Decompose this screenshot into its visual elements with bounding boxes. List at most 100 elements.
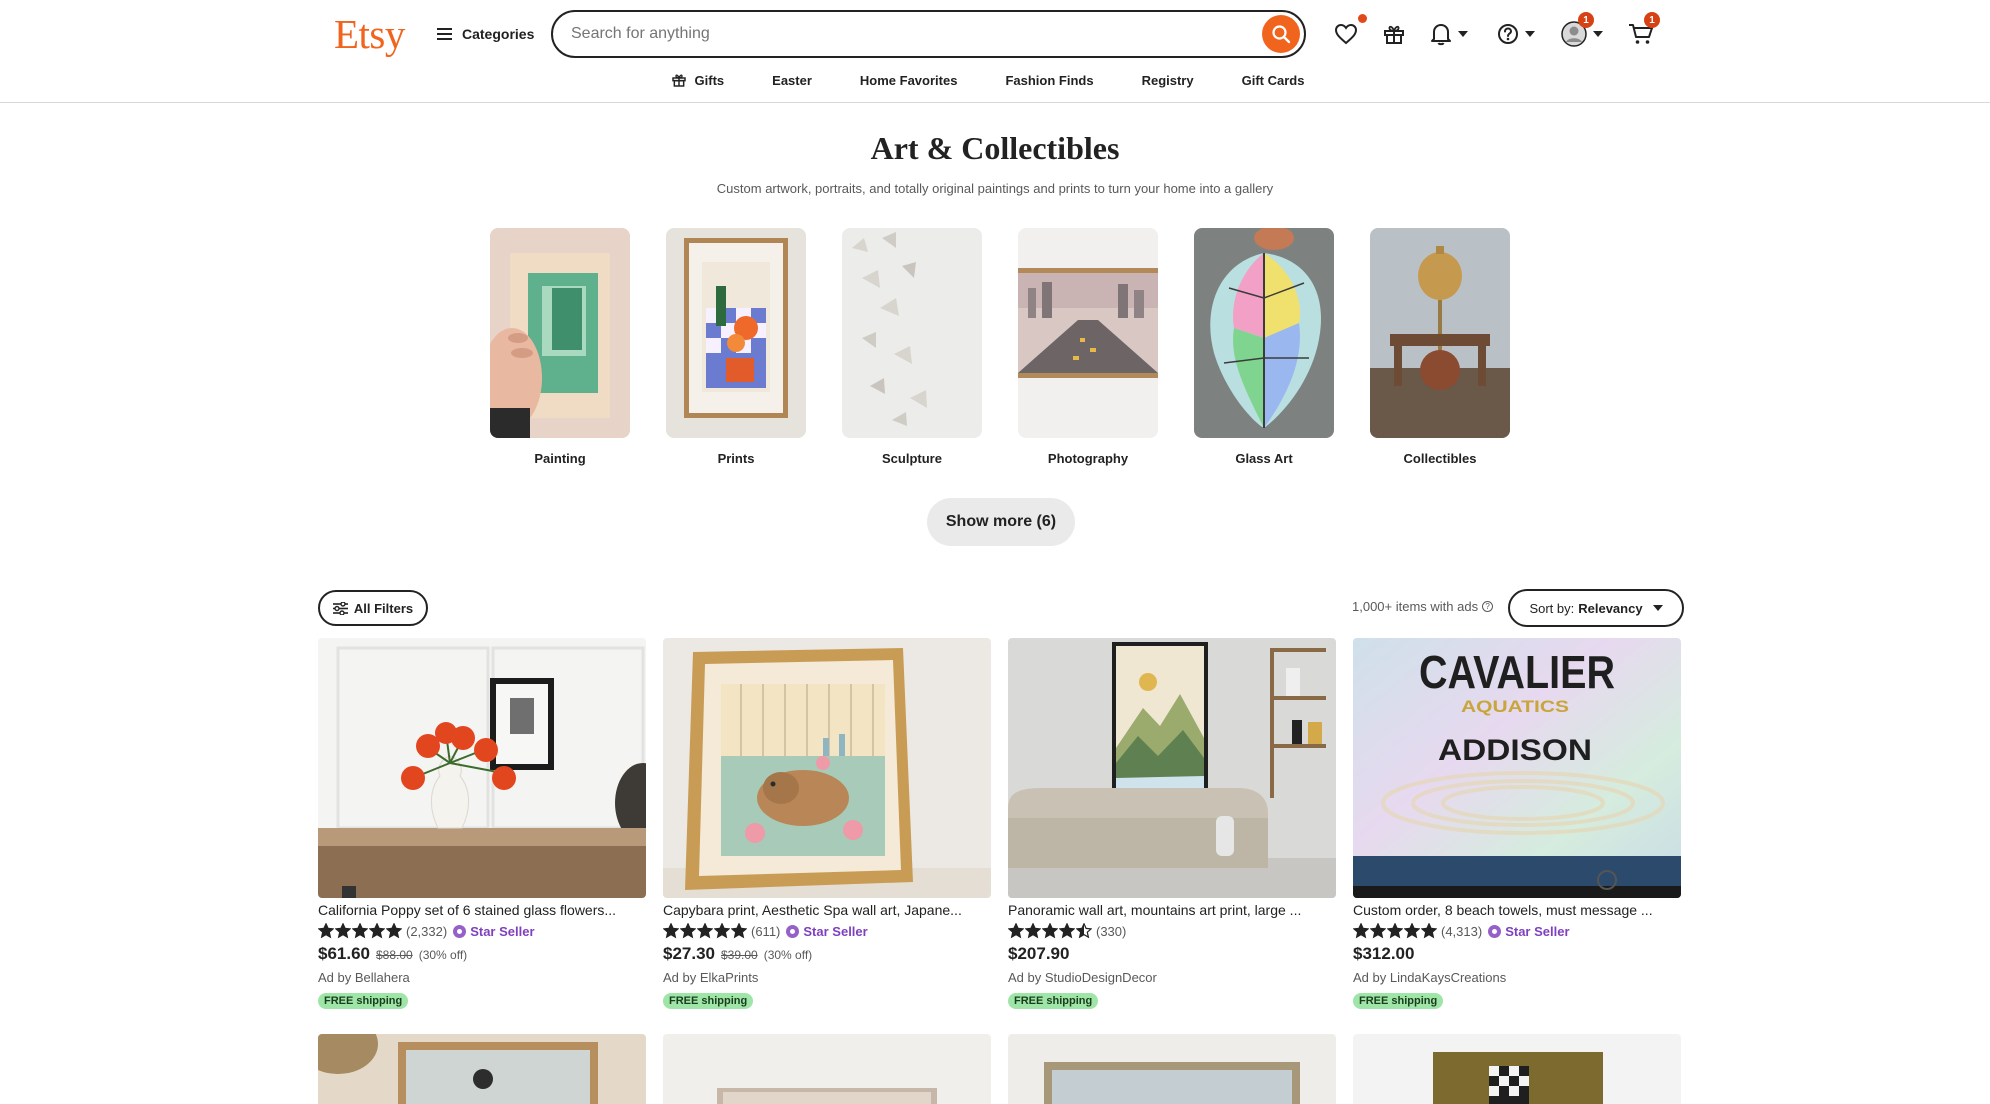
listing-card[interactable]: Panoramic wall art, mountains art print,… [1008, 638, 1336, 1009]
listing-image[interactable] [1008, 638, 1336, 898]
search-bar [551, 10, 1306, 58]
chevron-down-icon [1525, 31, 1535, 37]
etsy-logo[interactable]: Etsy [334, 10, 405, 58]
listing-image[interactable] [663, 638, 991, 898]
search-input[interactable] [553, 14, 1262, 54]
star-full-icon [369, 923, 385, 939]
all-filters-label: All Filters [353, 600, 414, 616]
hamburger-icon [437, 28, 452, 40]
categories-label: Categories [462, 26, 535, 42]
page-title: Art & Collectibles [870, 130, 1120, 166]
subnav-gift-cards[interactable]: Gift Cards [1242, 73, 1305, 88]
listing-grid-row-2 [318, 1034, 1681, 1104]
category-label: Prints [717, 451, 755, 466]
categories-button[interactable]: Categories [437, 22, 534, 46]
star-rating [663, 923, 747, 939]
category-painting[interactable]: Painting [490, 228, 630, 466]
listing-image[interactable] [663, 1034, 991, 1104]
category-label: Glass Art [1235, 451, 1293, 466]
results-count-text: 1,000+ items with ads [1352, 599, 1479, 614]
listing-price: $312.00 [1353, 944, 1681, 964]
discount-percent: (30% off) [418, 948, 468, 962]
star-full-icon [1042, 923, 1058, 939]
subnav-fashion-finds[interactable]: Fashion Finds [1005, 73, 1093, 88]
listing-image[interactable] [1008, 1034, 1336, 1104]
sort-dropdown[interactable]: Sort by: Relevancy [1508, 589, 1684, 627]
star-full-icon [1059, 923, 1075, 939]
help-button[interactable] [1497, 20, 1535, 48]
towel-text-line1: CAVALIER [1419, 646, 1615, 698]
ad-by-shop[interactable]: Ad by StudioDesignDecor [1008, 970, 1336, 985]
category-prints[interactable]: Prints [666, 228, 806, 466]
star-seller-badge: Star Seller [1488, 924, 1570, 939]
star-seller-badge: Star Seller [453, 924, 535, 939]
gift-mode-button[interactable] [1382, 20, 1406, 48]
listing-image[interactable] [1353, 1034, 1681, 1104]
listing-image[interactable] [318, 1034, 646, 1104]
sale-price: $207.90 [1008, 944, 1070, 963]
free-shipping-badge: FREE shipping [663, 993, 754, 1009]
star-full-icon [1421, 923, 1437, 939]
category-sculpture[interactable]: Sculpture [842, 228, 982, 466]
star-half-icon [1076, 923, 1092, 939]
listing-grid: California Poppy set of 6 stained glass … [318, 638, 1681, 1009]
category-glass-art[interactable]: Glass Art [1194, 228, 1334, 466]
listing-image[interactable]: CAVALIER AQUATICS ADDISON [1353, 638, 1681, 898]
notifications-button[interactable] [1430, 20, 1468, 48]
account-button[interactable]: 1 [1561, 12, 1603, 48]
show-more-button[interactable]: Show more (6) [927, 498, 1075, 546]
sale-price: $61.60 [318, 944, 370, 963]
ad-by-shop[interactable]: Ad by Bellahera [318, 970, 646, 985]
listing-price: $27.30 $39.00 (30% off) [663, 944, 991, 964]
category-collectibles[interactable]: Collectibles [1370, 228, 1510, 466]
category-photography[interactable]: Photography [1018, 228, 1158, 466]
category-tiles: Painting Prints Sculpture Photography Gl… [490, 228, 1510, 466]
towel-text-line2: AQUATICS [1461, 697, 1569, 716]
star-full-icon [335, 923, 351, 939]
listing-title[interactable]: Capybara print, Aesthetic Spa wall art, … [663, 902, 991, 918]
listing-title[interactable]: Panoramic wall art, mountains art print,… [1008, 902, 1336, 918]
cart-button[interactable]: 1 [1628, 12, 1660, 48]
account-badge: 1 [1578, 12, 1594, 28]
listing-card[interactable]: California Poppy set of 6 stained glass … [318, 638, 646, 1009]
sort-prefix: Sort by: [1529, 600, 1575, 616]
sort-value: Relevancy [1578, 600, 1643, 616]
ad-by-shop[interactable]: Ad by LindaKaysCreations [1353, 970, 1681, 985]
category-label: Collectibles [1403, 451, 1477, 466]
listing-image[interactable] [318, 638, 646, 898]
ad-by-shop[interactable]: Ad by ElkaPrints [663, 970, 991, 985]
review-count: (4,313) [1441, 923, 1483, 939]
star-full-icon [352, 923, 368, 939]
chevron-down-icon [1593, 31, 1603, 37]
star-full-icon [1025, 923, 1041, 939]
star-full-icon [318, 923, 334, 939]
listing-card[interactable]: Capybara print, Aesthetic Spa wall art, … [663, 638, 991, 1009]
category-image [842, 228, 982, 438]
listing-card[interactable]: CAVALIER AQUATICS ADDISON Custom order, … [1353, 638, 1681, 1009]
listing-title[interactable]: California Poppy set of 6 stained glass … [318, 902, 646, 918]
category-image [1194, 228, 1334, 438]
listing-price: $61.60 $88.00 (30% off) [318, 944, 646, 964]
bell-icon [1431, 24, 1451, 46]
all-filters-button[interactable]: All Filters [318, 590, 428, 626]
gift-icon [1384, 25, 1404, 44]
search-button[interactable] [1262, 15, 1300, 53]
listing-price: $207.90 [1008, 944, 1336, 964]
site-header: Etsy Categories Search for anything 1 1 … [0, 0, 1990, 103]
subnav-home-favorites[interactable]: Home Favorites [860, 73, 958, 88]
listing-rating: (2,332) Star Seller [318, 922, 646, 940]
subnav-gifts[interactable]: Gifts [671, 72, 724, 88]
subnav-registry[interactable]: Registry [1142, 73, 1194, 88]
subnav-easter[interactable]: Easter [772, 73, 812, 88]
category-label: Sculpture [882, 451, 942, 466]
favorites-button[interactable] [1334, 14, 1367, 48]
chevron-down-icon [1652, 605, 1663, 611]
listing-title[interactable]: Custom order, 8 beach towels, must messa… [1353, 902, 1681, 918]
star-seller-icon [453, 924, 467, 938]
star-seller-icon [1488, 924, 1502, 938]
info-icon[interactable]: ? [1482, 601, 1494, 612]
star-rating [318, 923, 402, 939]
listing-rating: (330) [1008, 922, 1336, 940]
review-count: (611) [751, 923, 781, 939]
review-count: (330) [1096, 923, 1127, 939]
